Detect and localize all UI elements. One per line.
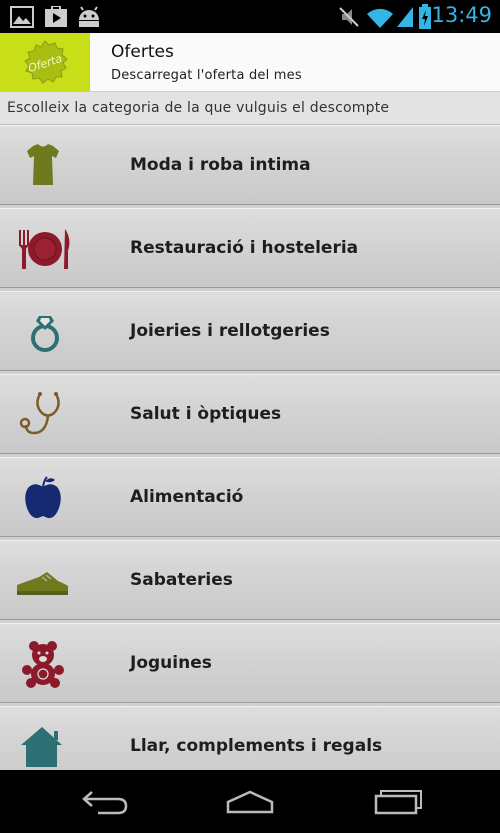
category-label: Llar, complements i regals bbox=[130, 736, 383, 756]
category-item-restauracio[interactable]: Restauració i hosteleria bbox=[0, 208, 500, 288]
banner-title: Ofertes bbox=[111, 42, 174, 62]
plate-cutlery-icon bbox=[12, 225, 74, 273]
recent-apps-icon[interactable] bbox=[366, 784, 426, 820]
category-label: Salut i òptiques bbox=[130, 404, 282, 424]
banner-subtitle: Descarregat l'oferta del mes bbox=[111, 68, 302, 83]
signal-icon bbox=[396, 6, 414, 32]
mute-icon bbox=[338, 6, 362, 32]
offer-banner[interactable]: Oferta Ofertes Descarregat l'oferta del … bbox=[0, 33, 500, 92]
category-label: Moda i roba intima bbox=[130, 155, 311, 175]
navigation-bar bbox=[0, 770, 500, 833]
category-item-sabateries[interactable]: Sabateries bbox=[0, 540, 500, 620]
category-item-salut[interactable]: Salut i òptiques bbox=[0, 374, 500, 454]
status-bar: 13:49 bbox=[0, 0, 500, 33]
category-label: Alimentació bbox=[130, 487, 244, 507]
oferta-logo: Oferta bbox=[0, 33, 90, 92]
clock: 13:49 bbox=[431, 3, 492, 27]
stethoscope-icon bbox=[12, 391, 74, 439]
house-icon bbox=[12, 723, 74, 770]
category-item-joguines[interactable]: Joguines bbox=[0, 623, 500, 703]
back-icon[interactable] bbox=[74, 784, 134, 820]
category-label: Sabateries bbox=[130, 570, 233, 590]
category-prompt: Escolleix la categoria de la que vulguis… bbox=[0, 92, 500, 125]
home-icon[interactable] bbox=[220, 784, 280, 820]
android-notification-icon bbox=[76, 6, 102, 32]
category-list[interactable]: Moda i roba intima Restauració i hostele… bbox=[0, 125, 500, 770]
category-label: Joieries i rellotgeries bbox=[130, 321, 330, 341]
tshirt-icon bbox=[12, 142, 74, 190]
wifi-icon bbox=[366, 6, 394, 32]
image-notification-icon bbox=[10, 6, 34, 32]
teddy-bear-icon bbox=[12, 640, 74, 688]
category-label: Joguines bbox=[130, 653, 212, 673]
apple-icon bbox=[12, 474, 74, 522]
ring-icon bbox=[12, 308, 74, 356]
shoe-icon bbox=[12, 557, 74, 605]
category-item-llar[interactable]: Llar, complements i regals bbox=[0, 706, 500, 770]
category-item-moda[interactable]: Moda i roba intima bbox=[0, 125, 500, 205]
category-prompt-text: Escolleix la categoria de la que vulguis… bbox=[7, 100, 390, 116]
category-item-joieries[interactable]: Joieries i rellotgeries bbox=[0, 291, 500, 371]
category-label: Restauració i hosteleria bbox=[130, 238, 359, 258]
battery-charging-icon bbox=[418, 4, 432, 34]
play-store-notification-icon bbox=[44, 5, 68, 32]
category-item-alimentacio[interactable]: Alimentació bbox=[0, 457, 500, 537]
